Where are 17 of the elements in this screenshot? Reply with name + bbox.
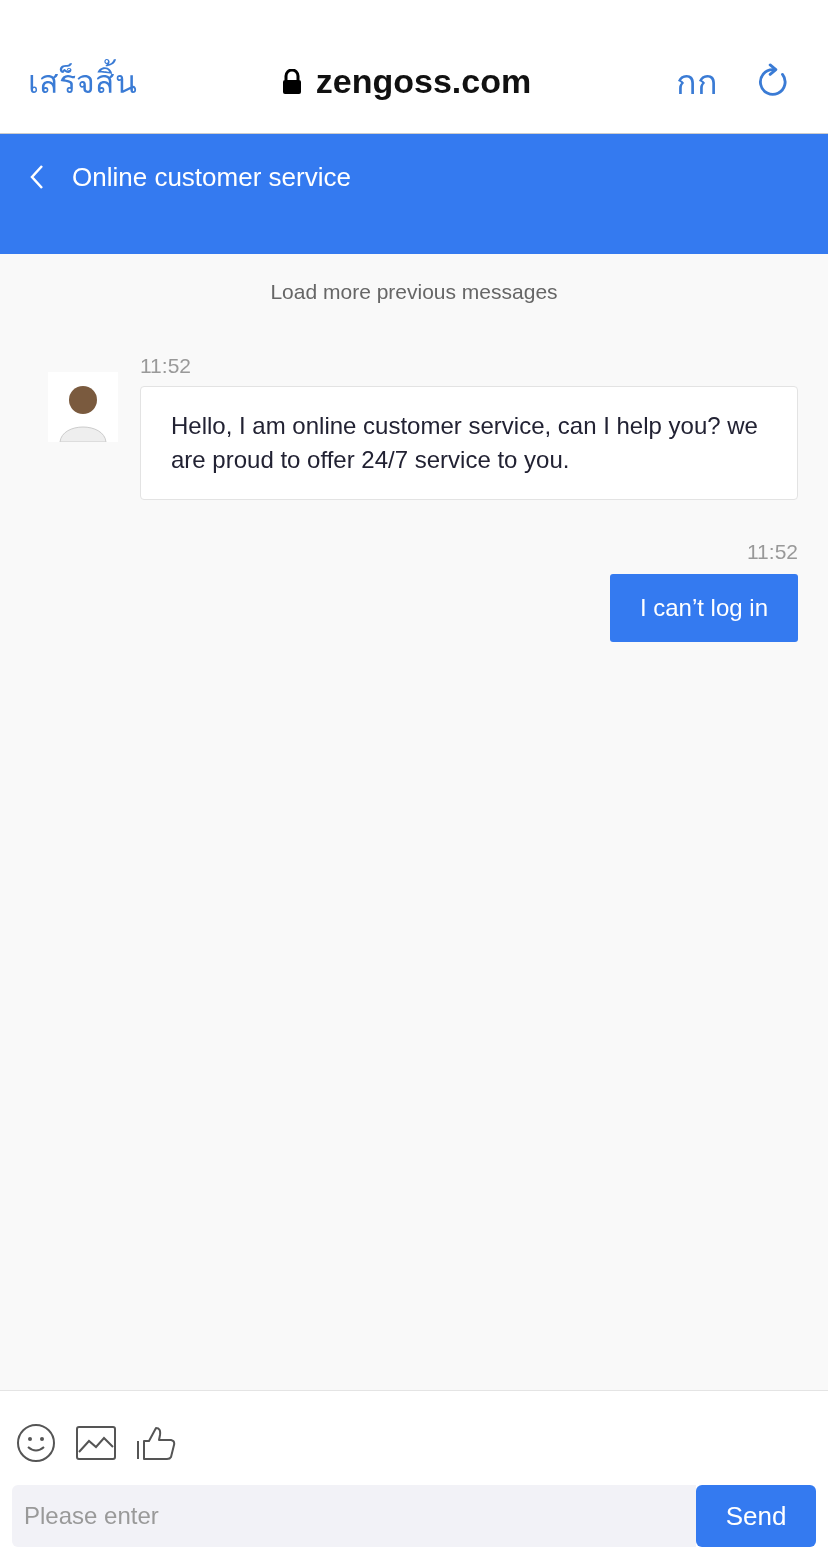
header-title: Online customer service <box>72 162 351 192</box>
message-input[interactable]: Please enter <box>12 1485 696 1547</box>
image-icon[interactable] <box>76 1426 116 1460</box>
thumbs-up-icon[interactable] <box>136 1425 176 1461</box>
emoji-icon[interactable] <box>16 1423 56 1463</box>
back-icon[interactable] <box>30 164 44 190</box>
message-bubble: I can’t log in <box>609 574 798 642</box>
send-button[interactable]: Send <box>696 1485 816 1547</box>
text-size-button[interactable]: กก <box>676 54 718 109</box>
avatar-icon <box>48 372 118 442</box>
done-button[interactable]: เสร็จสิ้น <box>28 56 137 107</box>
url-field[interactable]: zengoss.com <box>153 62 660 101</box>
message-time: 11:52 <box>140 354 192 378</box>
load-more-link[interactable]: Load more previous messages <box>270 280 558 304</box>
message-time: 11:52 <box>747 540 798 564</box>
lock-icon <box>281 68 302 95</box>
message-bubble: Hello, I am online customer service, can I help you? we are proud to offer 24/7 service to you. <box>140 386 798 500</box>
